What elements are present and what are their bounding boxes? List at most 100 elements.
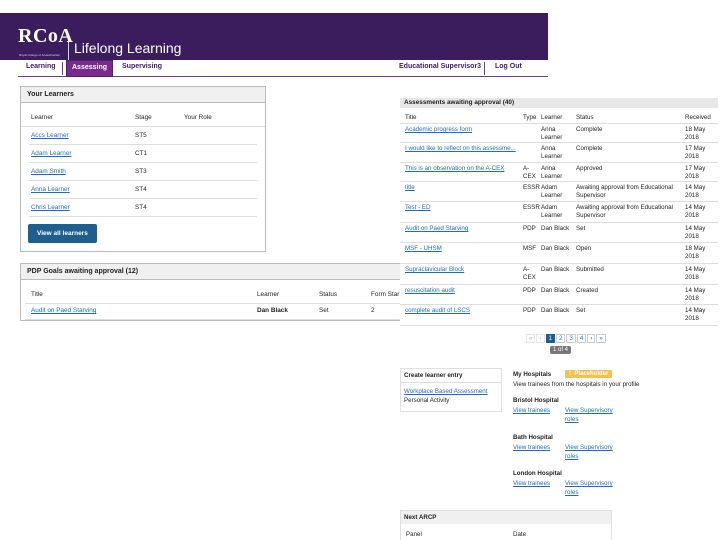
assessment-received: 14 May 2018: [685, 225, 706, 240]
nav-assessing[interactable]: Assessing: [66, 60, 114, 77]
assessments-panel: Assessments awaiting approval (40) Title…: [400, 98, 718, 358]
table-row: title ESSR Adam Learner Awaiting approva…: [400, 182, 718, 202]
col-learner: Learner: [541, 114, 563, 121]
assessments-header-row: Title Type Learner Status Received: [400, 112, 718, 124]
pdp-form: 2: [371, 307, 375, 314]
view-trainees-link[interactable]: View trainees: [513, 443, 550, 452]
col-type: Type: [523, 114, 537, 121]
table-row: Audit on Paed Starving Dan Black Set 2: [25, 302, 400, 320]
pager-page-4[interactable]: 4: [576, 334, 587, 343]
pdp-goals-title: PDP Goals awaiting approval (12): [21, 264, 400, 280]
my-hospitals-title: My Hospitals: [513, 371, 552, 378]
col-date: Date: [513, 531, 527, 538]
learner-stage: ST5: [135, 132, 147, 139]
table-row: Adam Learner CT1: [29, 145, 257, 163]
view-trainees-link[interactable]: View trainees: [513, 479, 550, 488]
assessment-title-link[interactable]: title: [405, 184, 415, 192]
pager-page-3[interactable]: 3: [566, 334, 576, 343]
pager-page-1[interactable]: 1: [545, 334, 555, 343]
create-learner-entry-panel: Create learner entry Workplace Based Ass…: [400, 368, 502, 412]
assessment-received: 14 May 2018: [685, 307, 706, 322]
pager-next-button[interactable]: ›: [587, 334, 596, 343]
view-trainees-link[interactable]: View trainees: [513, 406, 550, 415]
assessment-type: PDP: [523, 287, 536, 294]
table-row: Supraclavicular Block A-CEX Dan Black Su…: [400, 264, 718, 285]
assessment-status: Awaiting approval from Educational Super…: [576, 184, 673, 199]
assessment-learner: Anna Learner: [541, 165, 563, 180]
assessment-received: 14 May 2018: [685, 184, 706, 199]
nav-supervising[interactable]: Supervising: [122, 63, 162, 70]
learners-header-row: Learner Stage Your Role: [21, 109, 265, 127]
learner-link[interactable]: Anna Learner: [31, 186, 70, 193]
app-header: RCoA Royal College of Anaesthetists Life…: [0, 13, 548, 60]
assessment-received: 17 May 2018: [685, 165, 706, 180]
assessment-status: Open: [576, 245, 592, 252]
nav-logout[interactable]: Log Out: [495, 63, 522, 70]
pdp-goals-panel: PDP Goals awaiting approval (12) Title L…: [20, 263, 400, 321]
assessment-type: ESSR: [523, 204, 540, 211]
col-title: Title: [31, 291, 43, 298]
rcoa-logo[interactable]: RCoA: [18, 25, 73, 48]
assessment-title-link[interactable]: Audit on Paed Starving: [405, 225, 468, 233]
workplace-based-assessment-link[interactable]: Workplace Based Assessment: [404, 387, 487, 396]
table-row: I would like to reflect on this assessme…: [400, 143, 718, 163]
assessment-title-link[interactable]: Supraclavicular Block: [405, 266, 464, 274]
view-all-learners-button[interactable]: View all learners: [28, 224, 97, 243]
assessment-title-link[interactable]: complete audit of LSCS: [405, 307, 470, 315]
assessment-title-link[interactable]: I would like to reflect on this assessme…: [405, 145, 516, 153]
learner-link[interactable]: Accs Learner: [31, 132, 69, 139]
assessment-title-link[interactable]: Academic progress form: [405, 126, 472, 134]
col-panel: Panel: [406, 531, 422, 538]
col-stage: Stage: [135, 114, 152, 121]
assessment-status: Approved: [576, 165, 603, 172]
assessment-received: 14 May 2018: [685, 287, 706, 302]
pagination: «‹ 1 2 3 4 ›»: [526, 334, 607, 344]
assessment-title-link[interactable]: MSF - UHSM: [405, 245, 442, 253]
assessment-learner: Dan Black: [541, 225, 570, 232]
nav-separator: [484, 62, 485, 75]
assessment-received: 14 May 2018: [685, 204, 706, 219]
assessment-title-link[interactable]: Test - ED: [405, 204, 430, 212]
table-row: Test - ED ESSR Adam Learner Awaiting app…: [400, 202, 718, 223]
pdp-status: Set: [319, 307, 329, 314]
logo-subtitle: Royal College of Anaesthetists: [19, 53, 60, 57]
col-learner: Learner: [257, 291, 280, 298]
learner-link[interactable]: Adam Smith: [31, 168, 66, 175]
assessment-title-link[interactable]: This is an observation on the A-CEX: [405, 165, 504, 173]
nav-user[interactable]: Educational Supervisor3: [399, 63, 481, 70]
learner-stage: CT1: [135, 150, 148, 157]
warning-icon: !: [569, 371, 571, 377]
table-row: Adam Smith ST3: [29, 163, 257, 181]
assessment-status: Complete: [576, 126, 603, 133]
table-row: complete audit of LSCS PDP Dan Black Set…: [400, 305, 718, 326]
my-hospitals-panel: My Hospitals ! Placeholder View trainees…: [508, 368, 714, 504]
app-title: Lifelong Learning: [74, 40, 182, 56]
assessment-received: 14 May 2018: [685, 266, 706, 281]
view-supervisory-roles-link[interactable]: View Supervisory roles: [565, 479, 623, 497]
view-supervisory-roles-link[interactable]: View Supervisory roles: [565, 443, 623, 461]
assessment-status: Set: [576, 307, 586, 314]
pdp-title-link[interactable]: Audit on Paed Starving: [31, 307, 96, 314]
pager-page-2[interactable]: 2: [555, 334, 566, 343]
table-row: Audit on Paed Starving PDP Dan Black Set…: [400, 223, 718, 243]
assessment-status: Submitted: [576, 266, 604, 273]
assessment-type: PDP: [523, 225, 536, 232]
pager-last-button[interactable]: »: [596, 334, 606, 343]
col-form-start: Form Star: [371, 291, 400, 298]
create-learner-entry-title: Create learner entry: [404, 372, 463, 379]
assessment-received: 17 May 2018: [685, 145, 706, 160]
next-arcp-panel: Next ARCP Panel Date: [400, 510, 612, 540]
nav-learning[interactable]: Learning: [26, 63, 56, 70]
learner-stage: ST4: [135, 186, 147, 193]
learner-link[interactable]: Chris Learner: [31, 204, 70, 211]
placeholder-badge-label: Placeholder: [574, 371, 609, 377]
pager-first-button[interactable]: «: [526, 334, 536, 343]
view-supervisory-roles-link[interactable]: View Supervisory roles: [565, 406, 623, 424]
assessment-title-link[interactable]: resuscitation audit: [405, 287, 455, 295]
learner-link[interactable]: Adam Learner: [31, 150, 72, 157]
pager-prev-button[interactable]: ‹: [536, 334, 545, 343]
assessments-title: Assessments awaiting approval (40): [400, 98, 718, 108]
logo-divider: [68, 38, 69, 60]
hospital-name: Bath Hospital: [513, 434, 553, 441]
hospital-name: London Hospital: [513, 470, 562, 477]
